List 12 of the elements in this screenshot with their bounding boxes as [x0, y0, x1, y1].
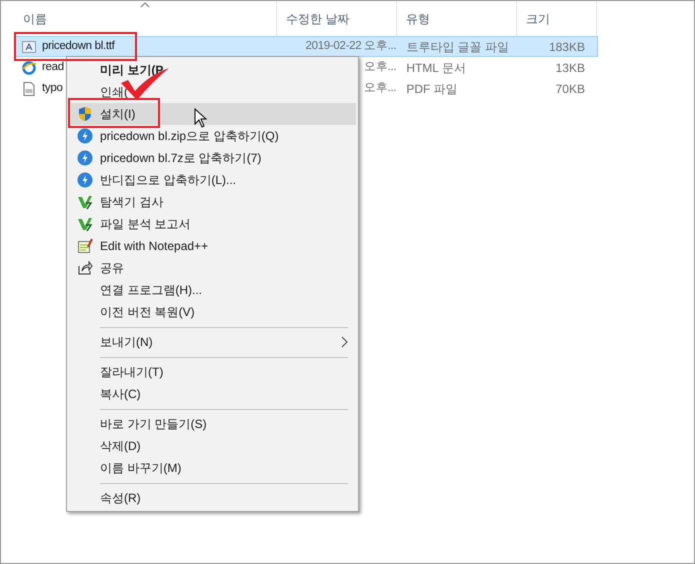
- modified-date: 오후...: [364, 80, 396, 96]
- file-type: HTML 문서: [406, 60, 466, 74]
- file-type: 트루타입 글꼴 파일: [406, 40, 509, 54]
- file-size: 13KB: [556, 60, 585, 76]
- file-name: typo: [42, 80, 63, 96]
- file-size: 70KB: [556, 80, 585, 98]
- file-type: PDF 파일: [406, 82, 458, 96]
- file-size: 183KB: [548, 38, 585, 56]
- modified-date: 2019-02-22 오후...: [306, 38, 396, 54]
- file-name: read: [42, 60, 64, 75]
- file-name: pricedown bl.ttf: [42, 38, 115, 54]
- modified-date: 오후...: [364, 60, 396, 75]
